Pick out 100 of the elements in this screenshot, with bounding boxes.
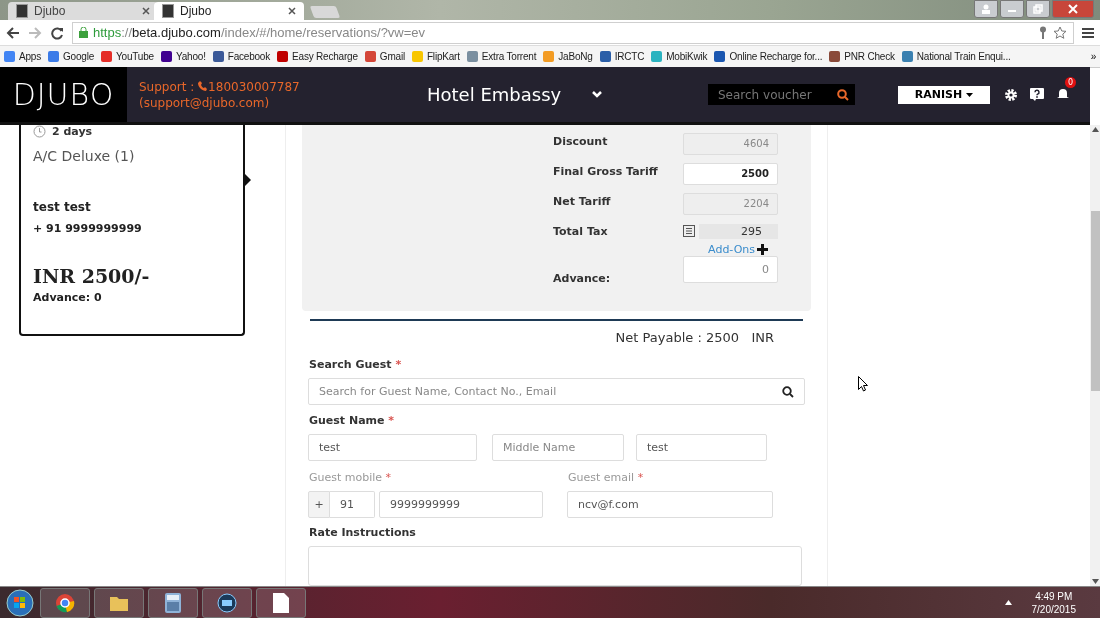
close-icon: [1068, 4, 1078, 14]
rate-instructions-field[interactable]: [308, 546, 802, 586]
list-icon[interactable]: [683, 225, 695, 237]
advance-amount: Advance: 0: [33, 291, 103, 304]
bookmark-link[interactable]: Gmail: [364, 51, 405, 62]
net-payable: Net Payable : 2500 INR: [614, 329, 775, 347]
support-phone: Support : 180030007787: [139, 78, 301, 95]
email-field[interactable]: ncv@f.com: [567, 491, 773, 518]
scroll-down-icon[interactable]: [1091, 579, 1099, 584]
bookmark-link[interactable]: Easy Recharge: [277, 51, 358, 62]
address-bar[interactable]: https://beta.djubo.com/index/#/home/reservations/?vw=ev: [72, 21, 1074, 44]
chevron-down-icon[interactable]: [592, 90, 602, 99]
taskbar-button[interactable]: [148, 587, 198, 618]
advance-field[interactable]: 0: [683, 256, 778, 283]
tariff-label: Discount: [553, 134, 609, 148]
close-icon[interactable]: [142, 7, 150, 15]
bookmark-link[interactable]: JaBoNg: [543, 51, 593, 62]
settings-icon[interactable]: [1004, 87, 1018, 102]
document-icon: [273, 592, 289, 613]
user-menu-button[interactable]: RANISH: [898, 85, 990, 104]
readonly-field: 2204: [683, 193, 778, 215]
taskbar-button[interactable]: [256, 587, 306, 618]
key-icon[interactable]: [1038, 26, 1048, 39]
bookmark-link[interactable]: FlipKart: [411, 51, 460, 62]
close-button[interactable]: [1052, 0, 1094, 18]
user-button[interactable]: [974, 0, 998, 18]
guest-search-field[interactable]: Search for Guest Name, Contact No., Email: [308, 378, 805, 405]
taskbar-button[interactable]: [202, 587, 252, 618]
scroll-thumb[interactable]: [1090, 210, 1100, 391]
browser-tab[interactable]: Djubo: [154, 2, 304, 20]
field-label: Guest email *: [568, 471, 645, 484]
search-icon[interactable]: [837, 88, 849, 101]
back-icon[interactable]: [6, 25, 20, 40]
room-type: A/C Deluxe (1): [33, 148, 136, 164]
mobile-field[interactable]: 9999999999: [379, 491, 543, 518]
country-code-field[interactable]: 91: [330, 491, 375, 518]
favicon-icon: [162, 4, 174, 18]
bookmark-link[interactable]: Facebook: [212, 51, 271, 62]
input-field[interactable]: 2500: [683, 163, 778, 185]
plus-icon[interactable]: [757, 244, 768, 255]
maximize-button[interactable]: [1026, 0, 1050, 18]
mouse-cursor-icon: [858, 376, 869, 392]
caret-icon: [966, 92, 974, 97]
voucher-search-field[interactable]: Search voucher: [708, 84, 855, 105]
bookmark-link[interactable]: MobiKwik: [651, 51, 708, 62]
guest-phone: + 91 9999999999: [33, 222, 143, 235]
notification-badge: 0: [1065, 77, 1076, 88]
field-label: Rate Instructions: [309, 526, 417, 539]
menu-icon[interactable]: [1082, 26, 1094, 39]
tax-value: 295: [699, 223, 778, 239]
bookmark-link[interactable]: Extra Torrent: [466, 51, 537, 62]
field-label: Guest mobile *: [309, 471, 393, 484]
tariff-label: Advance:: [553, 271, 612, 285]
support-email[interactable]: (support@djubo.com): [139, 94, 427, 111]
bookmark-link[interactable]: Yahoo!: [160, 51, 206, 62]
clock-icon: [33, 125, 46, 138]
scroll-up-icon[interactable]: [1091, 127, 1099, 132]
bookmark-link[interactable]: Online Recharge for...: [714, 51, 823, 62]
scrollbar[interactable]: [1090, 125, 1100, 586]
country-prefix: +: [308, 491, 330, 518]
bookmark-link[interactable]: PNR Check: [829, 51, 895, 62]
bookmark-link[interactable]: National Train Enqui...: [901, 51, 1011, 62]
bookmark-link[interactable]: YouTube: [101, 51, 154, 62]
tariff-label: Total Tax: [553, 224, 609, 238]
show-hidden-icons-icon[interactable]: [1004, 600, 1012, 605]
minimize-button[interactable]: [1000, 0, 1024, 18]
stay-duration: 2 days: [52, 125, 93, 138]
taskbar-button[interactable]: [94, 587, 144, 618]
more-bookmarks-button[interactable]: »: [1090, 51, 1096, 62]
star-icon[interactable]: [1053, 25, 1067, 40]
bookmark-link[interactable]: IRCTC: [599, 51, 645, 62]
readonly-field: 4604: [683, 133, 778, 155]
bell-icon[interactable]: [1056, 87, 1070, 100]
phone-icon: [198, 80, 209, 91]
start-button[interactable]: [4, 588, 36, 617]
lock-icon: [79, 27, 88, 38]
close-icon[interactable]: [288, 7, 296, 15]
favicon-icon: [16, 4, 28, 18]
bookmark-link[interactable]: Google: [48, 51, 95, 62]
first-name-field[interactable]: test: [308, 434, 477, 461]
bookmark-link[interactable]: Apps: [4, 51, 41, 62]
chrome-icon: [55, 592, 75, 613]
field-label: Guest Name *: [309, 414, 396, 427]
tariff-label: Final Gross Tariff: [553, 164, 659, 178]
taskbar-button[interactable]: [40, 587, 90, 618]
person-icon: [981, 4, 991, 14]
calculator-icon: [165, 592, 181, 613]
reload-icon[interactable]: [50, 25, 64, 40]
clock[interactable]: 4:49 PM 7/20/2015: [1031, 589, 1076, 616]
hotel-name[interactable]: Hotel Embassy: [427, 84, 592, 105]
guest-name: test test: [33, 200, 92, 214]
middle-name-field[interactable]: Middle Name: [492, 434, 624, 461]
field-label: Search Guest *: [309, 358, 403, 371]
help-icon[interactable]: [1030, 88, 1044, 101]
total-amount: INR 2500/-: [33, 265, 151, 287]
film-icon: [217, 592, 237, 613]
search-icon[interactable]: [782, 385, 794, 398]
logo[interactable]: DJUBO: [0, 67, 127, 122]
tariff-label: Net Tariff: [553, 194, 612, 208]
last-name-field[interactable]: test: [636, 434, 767, 461]
